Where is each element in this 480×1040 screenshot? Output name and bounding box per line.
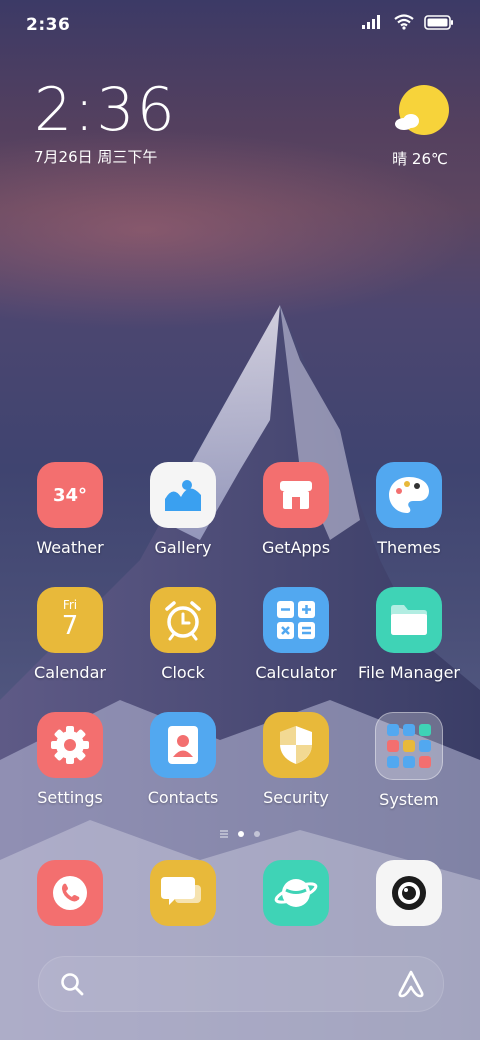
dock-browser[interactable] [240, 860, 352, 926]
wifi-icon [394, 14, 414, 30]
app-calendar[interactable]: Fri 7 Calendar [14, 587, 126, 682]
app-label: Themes [377, 538, 441, 557]
calculator-icon [263, 587, 329, 653]
app-security[interactable]: Security [240, 712, 352, 807]
settings-icon [37, 712, 103, 778]
app-clock[interactable]: Clock [127, 587, 239, 682]
app-label: Settings [37, 788, 103, 807]
app-themes[interactable]: Themes [353, 462, 465, 557]
app-label: Gallery [154, 538, 212, 557]
app-label: Weather [36, 538, 104, 557]
app-file-manager[interactable]: File Manager [353, 587, 465, 682]
clock-widget-time: 2:36 [34, 75, 177, 145]
camera-icon [376, 860, 442, 926]
signal-icon [362, 15, 380, 29]
calendar-day-number: 7 [61, 611, 79, 641]
app-calculator[interactable]: Calculator [240, 587, 352, 682]
status-bar: 2:36 [0, 0, 480, 52]
page-indicator [0, 830, 480, 838]
app-settings[interactable]: Settings [14, 712, 126, 807]
status-icons [362, 14, 454, 30]
app-getapps[interactable]: GetApps [240, 462, 352, 557]
messages-icon [150, 860, 216, 926]
page-dot-1[interactable] [238, 831, 244, 837]
contacts-icon [150, 712, 216, 778]
clock-widget[interactable]: 2:36 7月26日 周三下午 [34, 78, 177, 167]
folder-icon [375, 712, 443, 780]
page-dot-2[interactable] [254, 831, 260, 837]
calendar-icon: Fri 7 [37, 587, 103, 653]
weather-widget[interactable]: 晴 26℃ [380, 84, 460, 169]
gallery-icon [150, 462, 216, 528]
dock-phone[interactable] [14, 860, 126, 926]
themes-icon [376, 462, 442, 528]
weather-icon: 34° [37, 462, 103, 528]
weather-widget-text: 晴 26℃ [392, 150, 448, 168]
security-icon [263, 712, 329, 778]
app-label: Security [263, 788, 329, 807]
app-gallery[interactable]: Gallery [127, 462, 239, 557]
app-label: System [379, 790, 439, 809]
clock-icon [150, 587, 216, 653]
app-label: Contacts [147, 788, 219, 807]
clock-widget-date: 7月26日 周三下午 [34, 148, 158, 166]
browser-icon [263, 860, 329, 926]
app-label: Calculator [255, 663, 337, 682]
app-label: Calendar [34, 663, 106, 682]
dock-messages[interactable] [127, 860, 239, 926]
app-label: GetApps [261, 538, 331, 557]
sunny-cloud-icon [395, 85, 449, 135]
search-bar[interactable] [38, 956, 444, 1012]
app-vault-icon[interactable] [397, 969, 425, 999]
file-manager-icon [376, 587, 442, 653]
app-contacts[interactable]: Contacts [127, 712, 239, 807]
app-system-folder[interactable]: System [353, 712, 465, 809]
status-time: 2:36 [26, 15, 71, 35]
app-label: Clock [161, 663, 205, 682]
calendar-day-name: Fri [62, 598, 78, 612]
app-label: File Manager [358, 663, 460, 682]
weather-temp: 34° [52, 484, 88, 506]
app-weather[interactable]: 34° Weather [14, 462, 126, 557]
feed-page-icon[interactable] [220, 830, 228, 838]
battery-icon [424, 14, 453, 30]
getapps-icon [263, 462, 329, 528]
phone-icon [37, 860, 103, 926]
search-icon[interactable] [59, 971, 85, 997]
dock-camera[interactable] [353, 860, 465, 926]
